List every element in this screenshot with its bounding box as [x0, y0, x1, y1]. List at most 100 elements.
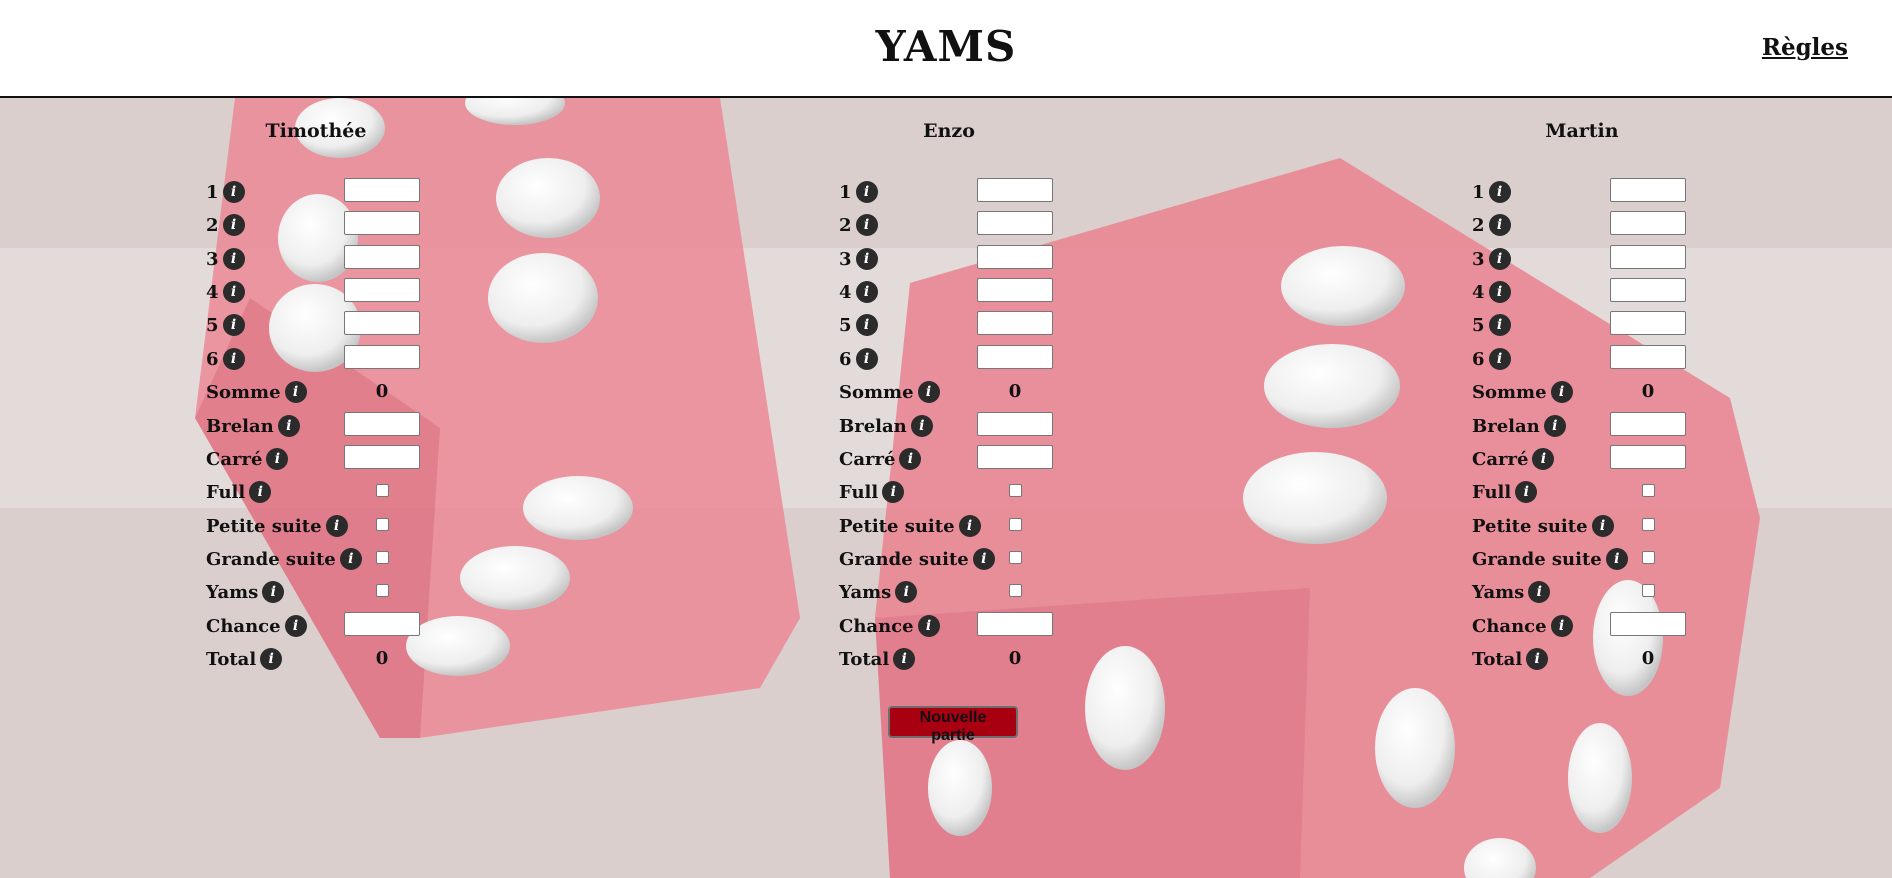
- player-name: Martin: [1545, 120, 1619, 142]
- info-icon[interactable]: i: [895, 581, 918, 603]
- category-label: Full: [206, 481, 246, 503]
- info-icon[interactable]: i: [1532, 448, 1555, 470]
- score-input[interactable]: [977, 445, 1053, 469]
- info-icon[interactable]: i: [1488, 248, 1511, 270]
- row-label-container: Carré i: [206, 448, 289, 470]
- score-checkbox[interactable]: [1009, 484, 1022, 497]
- score-row: Carré i: [206, 445, 506, 471]
- score-input[interactable]: [977, 412, 1053, 436]
- info-icon[interactable]: i: [249, 481, 272, 503]
- info-icon[interactable]: i: [1488, 214, 1511, 236]
- row-label-container: Brelan i: [206, 415, 300, 437]
- score-row: 6i: [839, 345, 1139, 371]
- score-checkbox[interactable]: [376, 551, 389, 564]
- score-input[interactable]: [977, 612, 1053, 636]
- info-icon[interactable]: i: [855, 281, 878, 303]
- new-game-button[interactable]: Nouvelle partie: [888, 706, 1018, 744]
- score-row: Brelan i: [839, 412, 1139, 438]
- info-icon[interactable]: i: [284, 381, 307, 403]
- score-input[interactable]: [977, 311, 1053, 335]
- info-icon[interactable]: i: [277, 415, 300, 437]
- info-icon[interactable]: i: [899, 448, 922, 470]
- info-icon[interactable]: i: [325, 515, 348, 537]
- info-icon[interactable]: i: [262, 581, 285, 603]
- info-icon[interactable]: i: [339, 548, 362, 570]
- info-icon[interactable]: i: [222, 181, 245, 203]
- score-input[interactable]: [344, 178, 420, 202]
- row-label-container: 1i: [1472, 181, 1511, 203]
- score-input[interactable]: [344, 211, 420, 235]
- info-icon[interactable]: i: [1488, 348, 1511, 370]
- score-input[interactable]: [1610, 412, 1686, 436]
- category-label: 5: [839, 314, 852, 336]
- info-icon[interactable]: i: [910, 415, 933, 437]
- score-input[interactable]: [1610, 178, 1686, 202]
- score-input[interactable]: [977, 178, 1053, 202]
- info-icon[interactable]: i: [222, 214, 245, 236]
- rules-link[interactable]: Règles: [1762, 34, 1848, 61]
- info-icon[interactable]: i: [1591, 515, 1614, 537]
- info-icon[interactable]: i: [917, 615, 940, 637]
- info-icon[interactable]: i: [222, 314, 245, 336]
- row-label-container: Brelan i: [839, 415, 933, 437]
- score-input[interactable]: [344, 245, 420, 269]
- info-icon[interactable]: i: [266, 448, 289, 470]
- score-input[interactable]: [344, 345, 420, 369]
- score-input[interactable]: [1610, 445, 1686, 469]
- info-icon[interactable]: i: [855, 348, 878, 370]
- info-icon[interactable]: i: [917, 381, 940, 403]
- info-icon[interactable]: i: [893, 648, 916, 670]
- score-checkbox[interactable]: [1642, 518, 1655, 531]
- score-input[interactable]: [1610, 245, 1686, 269]
- info-icon[interactable]: i: [882, 481, 905, 503]
- info-icon[interactable]: i: [855, 181, 878, 203]
- score-checkbox[interactable]: [376, 484, 389, 497]
- score-checkbox[interactable]: [1009, 518, 1022, 531]
- info-icon[interactable]: i: [958, 515, 981, 537]
- score-input[interactable]: [1610, 211, 1686, 235]
- info-icon[interactable]: i: [1543, 415, 1566, 437]
- info-icon[interactable]: i: [260, 648, 283, 670]
- score-input[interactable]: [344, 311, 420, 335]
- info-icon[interactable]: i: [1550, 381, 1573, 403]
- score-input[interactable]: [1610, 345, 1686, 369]
- score-checkbox[interactable]: [1642, 551, 1655, 564]
- info-icon[interactable]: i: [284, 615, 307, 637]
- score-checkbox[interactable]: [376, 584, 389, 597]
- score-input[interactable]: [977, 245, 1053, 269]
- score-input[interactable]: [344, 612, 420, 636]
- info-icon[interactable]: i: [1605, 548, 1628, 570]
- score-input[interactable]: [1610, 278, 1686, 302]
- info-icon[interactable]: i: [1515, 481, 1538, 503]
- score-checkbox[interactable]: [1642, 584, 1655, 597]
- score-checkbox[interactable]: [1009, 584, 1022, 597]
- score-checkbox[interactable]: [1009, 551, 1022, 564]
- info-icon[interactable]: i: [1488, 314, 1511, 336]
- info-icon[interactable]: i: [1526, 648, 1549, 670]
- info-icon[interactable]: i: [1488, 281, 1511, 303]
- score-input[interactable]: [977, 211, 1053, 235]
- score-input[interactable]: [344, 445, 420, 469]
- score-checkbox[interactable]: [1642, 484, 1655, 497]
- score-checkbox[interactable]: [376, 518, 389, 531]
- score-input[interactable]: [1610, 311, 1686, 335]
- category-label: Total: [206, 648, 257, 670]
- score-row: Somme i 0: [206, 378, 506, 404]
- info-icon[interactable]: i: [855, 248, 878, 270]
- score-input[interactable]: [977, 278, 1053, 302]
- info-icon[interactable]: i: [1488, 181, 1511, 203]
- info-icon[interactable]: i: [855, 214, 878, 236]
- info-icon[interactable]: i: [222, 248, 245, 270]
- category-label: Grande suite: [1472, 548, 1602, 570]
- info-icon[interactable]: i: [222, 348, 245, 370]
- info-icon[interactable]: i: [1550, 615, 1573, 637]
- score-input[interactable]: [344, 278, 420, 302]
- category-label: Grande suite: [839, 548, 969, 570]
- score-input[interactable]: [977, 345, 1053, 369]
- info-icon[interactable]: i: [972, 548, 995, 570]
- info-icon[interactable]: i: [855, 314, 878, 336]
- info-icon[interactable]: i: [1528, 581, 1551, 603]
- score-input[interactable]: [344, 412, 420, 436]
- score-input[interactable]: [1610, 612, 1686, 636]
- info-icon[interactable]: i: [222, 281, 245, 303]
